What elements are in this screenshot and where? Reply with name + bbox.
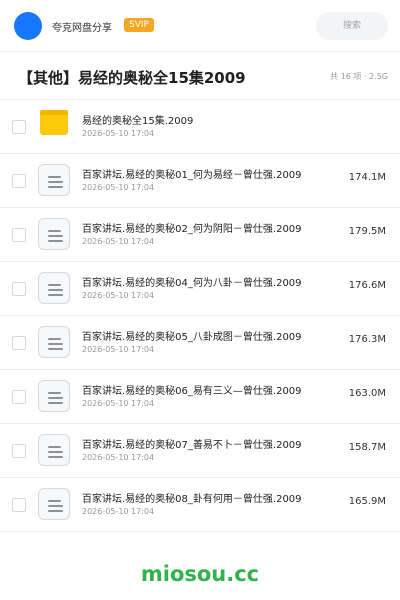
row-checkbox[interactable] bbox=[12, 390, 26, 404]
file-name: 百家讲坛.易经的奥秘06_易有三义—曾仕强.2009 bbox=[82, 386, 302, 397]
file-name: 百家讲坛.易经的奥秘07_善易不卜－曾仕强.2009 bbox=[82, 440, 302, 451]
row-checkbox[interactable] bbox=[12, 336, 26, 350]
page-title: 【其他】易经的奥秘全15集2009 bbox=[18, 69, 246, 87]
document-icon bbox=[38, 326, 70, 358]
row-checkbox[interactable] bbox=[12, 120, 26, 134]
list-item[interactable]: 百家讲坛.易经的奥秘05_八卦成图－曾仕强.2009 2026-05-10 17… bbox=[0, 316, 400, 370]
file-date: 2026-05-10 17:04 bbox=[82, 129, 155, 138]
row-checkbox[interactable] bbox=[12, 174, 26, 188]
list-item[interactable]: 百家讲坛.易经的奥秘01_何为易经－曾仕强.2009 2026-05-10 17… bbox=[0, 154, 400, 208]
list-item[interactable]: 百家讲坛.易经的奥秘07_善易不卜－曾仕强.2009 2026-05-10 17… bbox=[0, 424, 400, 478]
file-date: 2026-05-10 17:04 bbox=[82, 345, 155, 354]
file-size: 174.1M bbox=[348, 172, 386, 183]
file-date: 2026-05-10 17:04 bbox=[82, 291, 155, 300]
file-name: 百家讲坛.易经的奥秘04_何为八卦－曾仕强.2009 bbox=[82, 278, 302, 289]
file-name: 百家讲坛.易经的奥秘01_何为易经－曾仕强.2009 bbox=[82, 170, 302, 181]
file-name: 百家讲坛.易经的奥秘08_卦有何用－曾仕强.2009 bbox=[82, 494, 302, 505]
avatar[interactable] bbox=[14, 12, 42, 40]
row-checkbox[interactable] bbox=[12, 282, 26, 296]
row-checkbox[interactable] bbox=[12, 228, 26, 242]
svip-badge: SVIP bbox=[124, 18, 154, 32]
file-date: 2026-05-10 17:04 bbox=[82, 237, 155, 246]
document-icon bbox=[38, 488, 70, 520]
file-date: 2026-05-10 17:04 bbox=[82, 399, 155, 408]
file-date: 2026-05-10 17:04 bbox=[82, 453, 155, 462]
document-icon bbox=[38, 380, 70, 412]
file-name: 百家讲坛.易经的奥秘02_何为阴阳－曾仕强.2009 bbox=[82, 224, 302, 235]
file-date: 2026-05-10 17:04 bbox=[82, 507, 155, 516]
file-size: 176.3M bbox=[348, 334, 386, 345]
list-item[interactable]: 百家讲坛.易经的奥秘04_何为八卦－曾仕强.2009 2026-05-10 17… bbox=[0, 262, 400, 316]
row-checkbox[interactable] bbox=[12, 444, 26, 458]
document-icon bbox=[38, 218, 70, 250]
site-watermark: miosou.cc bbox=[140, 562, 260, 586]
file-date: 2026-05-10 17:04 bbox=[82, 183, 155, 192]
file-list: 易经的奥秘全15集.2009 2026-05-10 17:04 百家讲坛.易经的… bbox=[0, 100, 400, 532]
row-checkbox[interactable] bbox=[12, 498, 26, 512]
folder-icon bbox=[38, 110, 70, 142]
file-size: 165.9M bbox=[348, 496, 386, 507]
share-summary: 共 16 项 · 2.5G bbox=[330, 72, 388, 81]
document-icon bbox=[38, 164, 70, 196]
list-item[interactable]: 百家讲坛.易经的奥秘06_易有三义—曾仕强.2009 2026-05-10 17… bbox=[0, 370, 400, 424]
file-size: 158.7M bbox=[348, 442, 386, 453]
document-icon bbox=[38, 272, 70, 304]
list-item[interactable]: 易经的奥秘全15集.2009 2026-05-10 17:04 bbox=[0, 100, 400, 154]
file-size: 163.0M bbox=[348, 388, 386, 399]
search-input[interactable]: 搜索 bbox=[316, 12, 388, 40]
list-item[interactable]: 百家讲坛.易经的奥秘08_卦有何用－曾仕强.2009 2026-05-10 17… bbox=[0, 478, 400, 532]
top-bar: 夸克网盘分享 SVIP 搜索 bbox=[0, 0, 400, 52]
file-name: 百家讲坛.易经的奥秘05_八卦成图－曾仕强.2009 bbox=[82, 332, 302, 343]
share-header: 【其他】易经的奥秘全15集2009 共 16 项 · 2.5G bbox=[0, 52, 400, 100]
file-size: 179.5M bbox=[348, 226, 386, 237]
document-icon bbox=[38, 434, 70, 466]
list-item[interactable]: 百家讲坛.易经的奥秘02_何为阴阳－曾仕强.2009 2026-05-10 17… bbox=[0, 208, 400, 262]
brand-name: 夸克网盘分享 bbox=[52, 23, 112, 34]
file-size: 176.6M bbox=[348, 280, 386, 291]
file-name: 易经的奥秘全15集.2009 bbox=[82, 116, 194, 127]
